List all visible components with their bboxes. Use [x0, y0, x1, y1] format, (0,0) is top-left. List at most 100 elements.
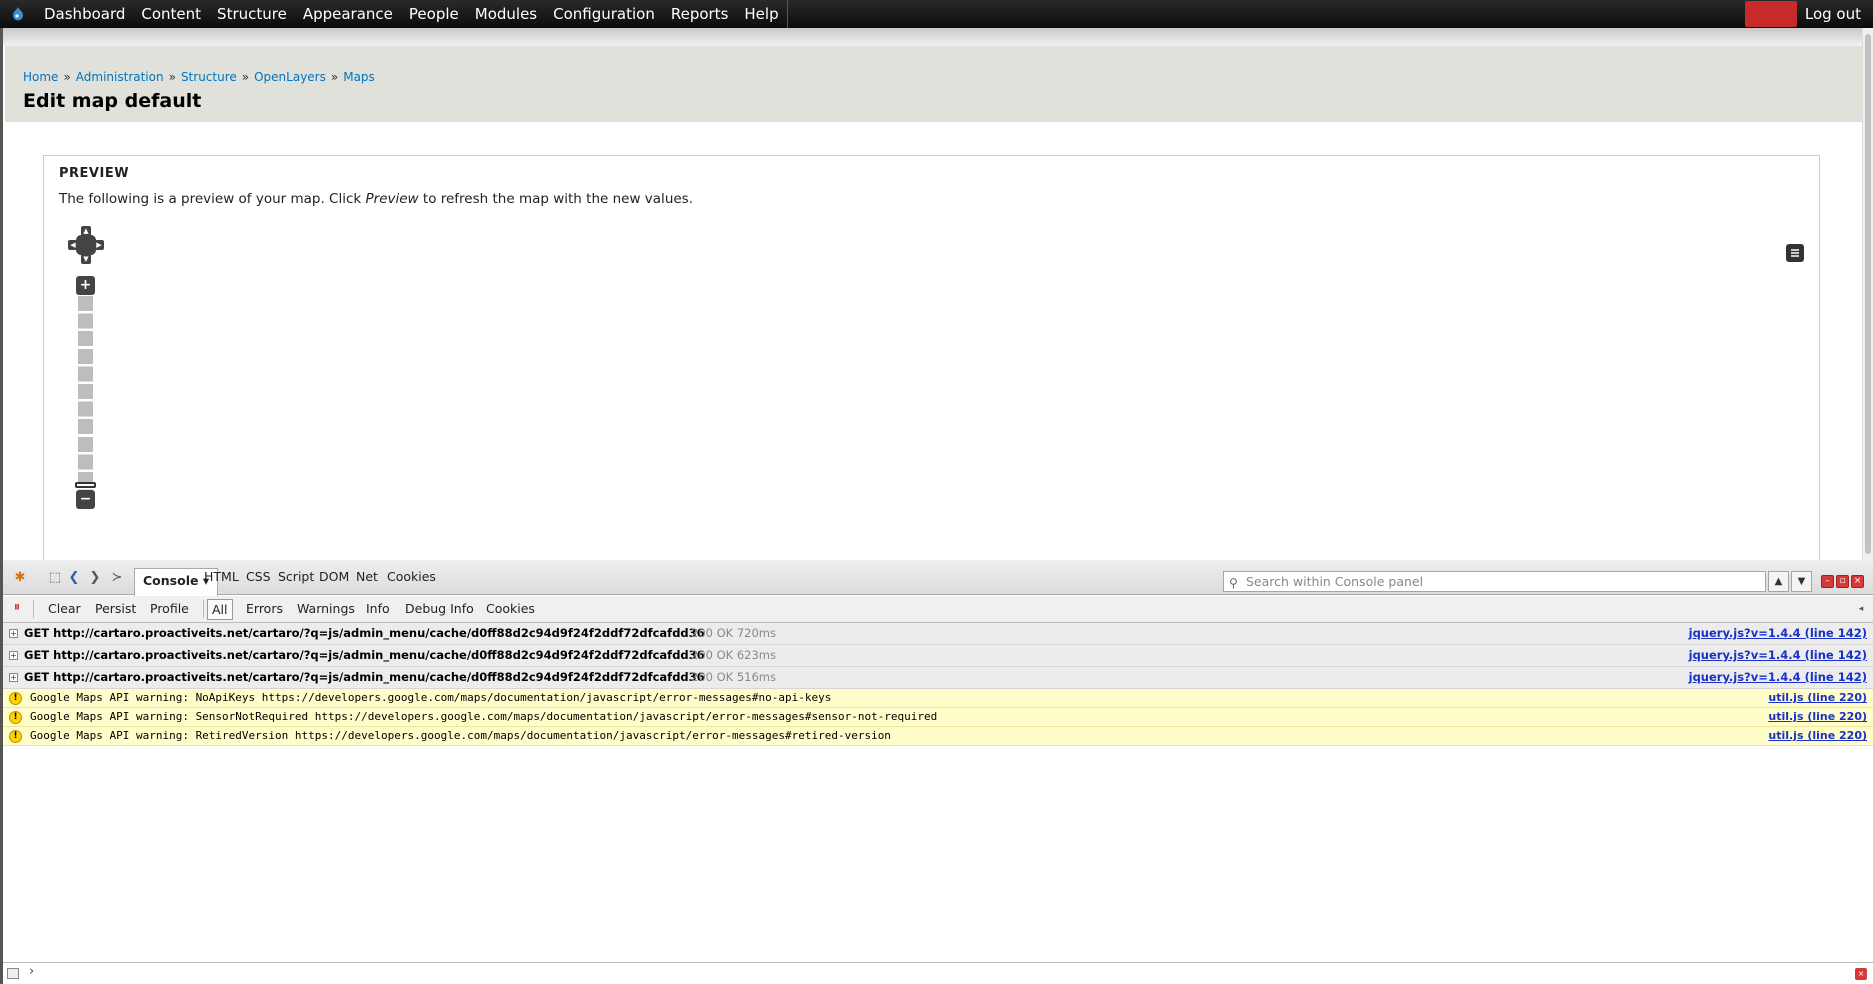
page-scrollbar[interactable] [1862, 28, 1873, 560]
warning-message: Google Maps API warning: SensorNotRequir… [30, 710, 938, 723]
tab-net[interactable]: Net [356, 569, 378, 584]
tab-console-label: Console [143, 573, 199, 588]
menu-configuration[interactable]: Configuration [545, 0, 663, 28]
toolbar-user-area: Log out [1744, 0, 1873, 28]
breadcrumb-separator: » [330, 70, 339, 84]
breadcrumb-structure[interactable]: Structure [181, 70, 237, 84]
search-placeholder: Search within Console panel [1246, 574, 1424, 589]
preview-desc-text: The following is a preview of your map. … [59, 191, 366, 207]
menu-help[interactable]: Help [736, 0, 788, 28]
minimize-icon[interactable]: – [1821, 575, 1834, 588]
toolbar-separator [33, 600, 34, 618]
net-status: 200 OK 516ms [691, 670, 776, 684]
tab-css[interactable]: CSS [246, 569, 271, 584]
filter-debug-info[interactable]: Debug Info [405, 601, 474, 616]
breadcrumb-separator: » [63, 70, 71, 84]
expand-icon[interactable]: + [9, 629, 18, 638]
zoom-slider-handle[interactable] [75, 482, 96, 488]
tab-html[interactable]: HTML [204, 569, 239, 584]
forward-icon[interactable]: ❯ [87, 570, 103, 586]
preview-desc-emphasis: Preview [365, 191, 419, 207]
tab-dom[interactable]: DOM [319, 569, 349, 584]
breadcrumb-home[interactable]: Home [23, 70, 58, 84]
layer-switcher-icon[interactable] [1786, 244, 1804, 262]
menu-appearance[interactable]: Appearance [295, 0, 401, 28]
clear-button[interactable]: Clear [48, 601, 81, 616]
firebug-tab-bar: ✱ ⬚ ❮ ❯ ≻ Console ▾ HTML CSS Script DOM … [3, 560, 1873, 596]
pan-up-icon[interactable]: ▲ [81, 226, 91, 236]
menu-content[interactable]: Content [133, 0, 209, 28]
breadcrumb-openlayers[interactable]: OpenLayers [254, 70, 326, 84]
source-link[interactable]: jquery.js?v=1.4.4 (line 142) [1689, 645, 1867, 666]
logout-link[interactable]: Log out [1805, 5, 1861, 23]
breadcrumb-maps[interactable]: Maps [343, 70, 375, 84]
pan-left-icon[interactable]: ◀ [68, 240, 78, 250]
close-icon[interactable]: × [1855, 968, 1867, 980]
warning-icon: ! [9, 692, 22, 705]
search-prev-button[interactable]: ▲ [1768, 571, 1789, 592]
persist-button[interactable]: Persist [95, 601, 136, 616]
filter-errors[interactable]: Errors [246, 601, 283, 616]
source-link[interactable]: util.js (line 220) [1768, 708, 1867, 726]
user-account-link[interactable] [1744, 1, 1797, 27]
back-icon[interactable]: ❮ [66, 570, 82, 586]
inspect-element-icon[interactable]: ⬚ [47, 570, 63, 586]
warning-icon: ! [9, 711, 22, 724]
firebug-bug-icon[interactable]: ✱ [12, 570, 28, 586]
console-log: + GET http://cartaro.proactiveits.net/ca… [3, 623, 1873, 746]
tab-cookies[interactable]: Cookies [387, 569, 436, 584]
command-editor-icon[interactable]: ≻ [109, 570, 125, 586]
breadcrumb: Home » Administration » Structure » OpenLayers… [23, 70, 375, 84]
console-search-input[interactable]: ⚲ Search within Console panel [1223, 571, 1766, 592]
log-row-warning: ! Google Maps API warning: SensorNotRequ… [3, 708, 1873, 727]
source-link[interactable]: util.js (line 220) [1768, 689, 1867, 707]
tab-script[interactable]: Script [278, 569, 314, 584]
expand-icon[interactable]: + [9, 673, 18, 682]
net-status: 200 OK 720ms [691, 626, 776, 640]
detach-icon[interactable]: ▫ [1836, 575, 1849, 588]
log-row-net[interactable]: + GET http://cartaro.proactiveits.net/ca… [3, 667, 1873, 689]
menu-reports[interactable]: Reports [663, 0, 737, 28]
preview-description: The following is a preview of your map. … [59, 191, 693, 207]
pan-down-icon[interactable]: ▼ [81, 254, 91, 264]
log-row-net[interactable]: + GET http://cartaro.proactiveits.net/ca… [3, 645, 1873, 667]
preview-desc-text-end: to refresh the map with the new values. [418, 191, 693, 207]
console-toolbar: ⏸ Clear Persist Profile All Errors Warni… [3, 596, 1873, 623]
page-title: Edit map default [23, 90, 202, 112]
source-link[interactable]: jquery.js?v=1.4.4 (line 142) [1689, 667, 1867, 688]
command-editor-toggle-icon[interactable] [7, 968, 19, 979]
profile-button[interactable]: Profile [150, 601, 189, 616]
log-row-net[interactable]: + GET http://cartaro.proactiveits.net/ca… [3, 623, 1873, 645]
pan-right-icon[interactable]: ▶ [94, 240, 104, 250]
preview-legend: PREVIEW [59, 166, 130, 181]
expand-icon[interactable]: + [9, 651, 18, 660]
net-request: GET http://cartaro.proactiveits.net/cart… [24, 670, 705, 684]
pause-on-error-icon[interactable]: ⏸ [9, 600, 25, 616]
zoom-out-button[interactable]: − [76, 490, 95, 509]
net-request: GET http://cartaro.proactiveits.net/cart… [24, 626, 705, 640]
firebug-panel: ✱ ⬚ ❮ ❯ ≻ Console ▾ HTML CSS Script DOM … [3, 560, 1873, 984]
filter-all[interactable]: All [207, 599, 233, 620]
scrollbar-thumb[interactable] [1865, 34, 1871, 554]
log-row-warning: ! Google Maps API warning: NoApiKeys htt… [3, 689, 1873, 708]
zoom-in-button[interactable]: + [76, 276, 95, 295]
close-icon[interactable]: × [1851, 575, 1864, 588]
drupal-logo-icon[interactable] [0, 0, 36, 28]
command-line[interactable]: › × [3, 962, 1873, 984]
menu-dashboard[interactable]: Dashboard [36, 0, 133, 28]
map-pan-control: ▲ ▼ ◀ ▶ [68, 226, 104, 264]
zoom-bar[interactable] [78, 296, 93, 490]
search-next-button[interactable]: ▼ [1791, 571, 1812, 592]
menu-people[interactable]: People [401, 0, 467, 28]
source-link[interactable]: util.js (line 220) [1768, 727, 1867, 745]
menu-structure[interactable]: Structure [209, 0, 295, 28]
source-link[interactable]: jquery.js?v=1.4.4 (line 142) [1689, 623, 1867, 644]
breadcrumb-administration[interactable]: Administration [76, 70, 164, 84]
filter-cookies[interactable]: Cookies [486, 601, 535, 616]
menu-modules[interactable]: Modules [467, 0, 545, 28]
filter-info[interactable]: Info [366, 601, 390, 616]
filter-warnings[interactable]: Warnings [297, 601, 355, 616]
net-status: 200 OK 623ms [691, 648, 776, 662]
panel-collapse-icon[interactable]: ◂ [1853, 601, 1869, 617]
admin-toolbar: Dashboard Content Structure Appearance P… [0, 0, 1873, 28]
